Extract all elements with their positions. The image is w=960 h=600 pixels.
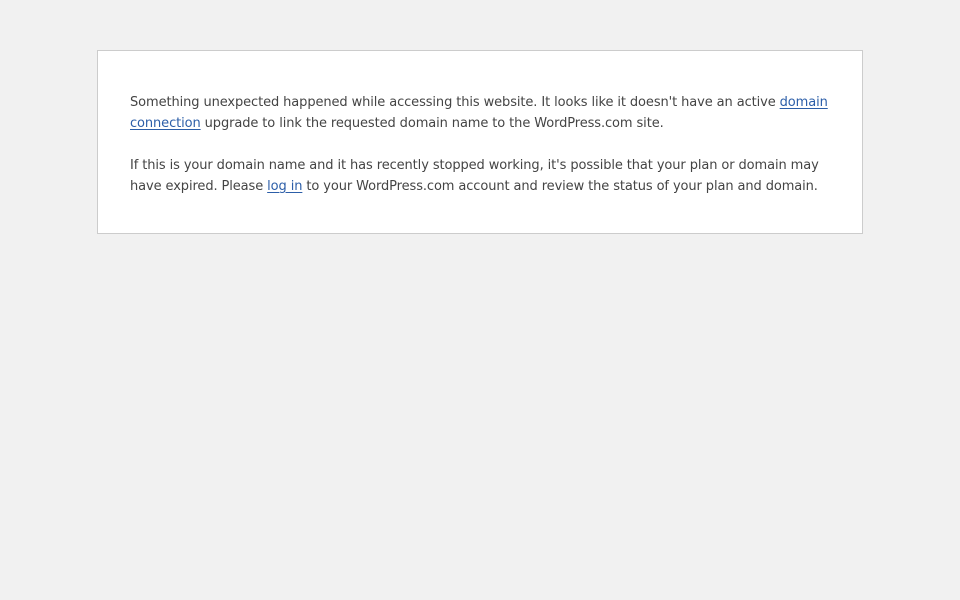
log-in-link[interactable]: log in bbox=[267, 179, 302, 194]
message-content: Something unexpected happened while acce… bbox=[130, 92, 830, 197]
paragraph-2-text-after-link: to your WordPress.com account and review… bbox=[302, 179, 818, 194]
expired-plan-paragraph: If this is your domain name and it has r… bbox=[130, 155, 830, 197]
domain-connection-paragraph: Something unexpected happened while acce… bbox=[130, 92, 830, 134]
paragraph-1-text-after-link: upgrade to link the requested domain nam… bbox=[200, 116, 664, 131]
paragraph-1-text-before-link: Something unexpected happened while acce… bbox=[130, 95, 780, 110]
error-message-box: Something unexpected happened while acce… bbox=[97, 50, 863, 234]
